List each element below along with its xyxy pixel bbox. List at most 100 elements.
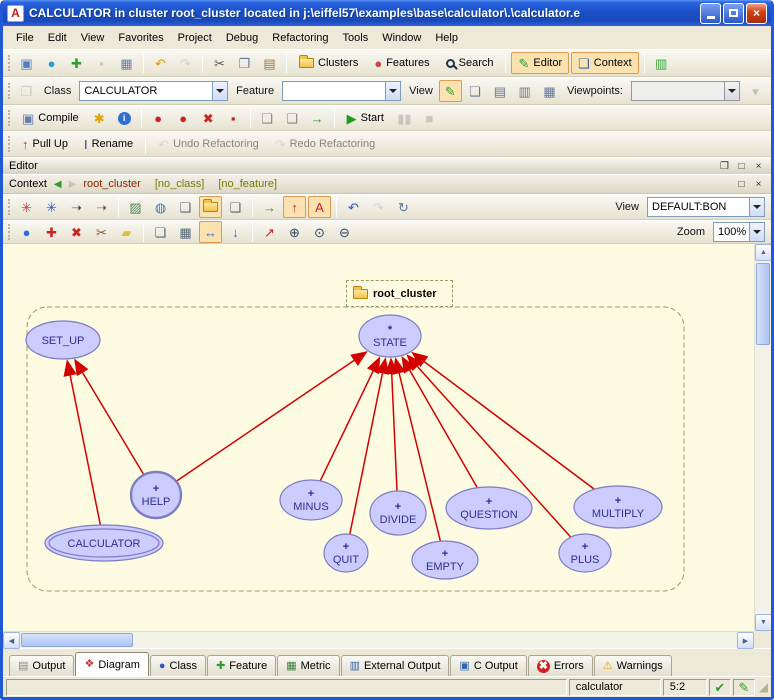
diagram-refresh-icon[interactable]: ↻ <box>392 196 415 218</box>
diagram-node-question[interactable]: +QUESTION <box>446 487 532 529</box>
cut-icon[interactable]: ✂ <box>208 52 231 74</box>
edge-minus-to-state[interactable] <box>320 358 379 481</box>
maximize-button[interactable] <box>723 3 744 24</box>
export-emf-icon[interactable]: ◍ <box>149 196 172 218</box>
features-button[interactable]: ●Features <box>367 52 436 74</box>
edge-help-to-set_up[interactable] <box>75 360 144 475</box>
zoom-fit-icon[interactable]: ⊙ <box>308 221 331 243</box>
zoom-in-icon[interactable]: ⊕ <box>283 221 306 243</box>
new-class-icon[interactable]: ✚ <box>65 52 88 74</box>
center-diagram-icon[interactable]: ↔ <box>199 221 222 243</box>
flat-view-icon[interactable]: ❏ <box>464 80 487 102</box>
history-back-icon[interactable]: ◀ <box>54 179 62 190</box>
rename-button[interactable]: IRename <box>77 133 140 155</box>
cluster-tab[interactable]: root_cluster <box>346 280 453 307</box>
menu-refactoring[interactable]: Refactoring <box>265 29 335 47</box>
tab-warnings[interactable]: ⚠Warnings <box>594 655 672 676</box>
exception-handling-icon[interactable]: ▪ <box>222 107 245 129</box>
class-combo[interactable]: CALCULATOR <box>79 81 228 101</box>
inheritance-link-tool-icon[interactable]: ➝ <box>90 196 113 218</box>
viewpoints-dropdown-icon[interactable]: ▾ <box>744 80 767 102</box>
clusters-button[interactable]: Clusters <box>292 52 365 74</box>
context-close-icon[interactable]: × <box>752 179 765 190</box>
compile-button[interactable]: ▣Compile <box>15 107 86 129</box>
vertical-scrollbar[interactable]: ▲ ▼ <box>754 244 771 631</box>
class-combo-arrow-icon[interactable] <box>212 82 227 100</box>
close-button[interactable]: × <box>746 3 767 24</box>
viewpoints-combo-arrow-icon[interactable] <box>724 82 739 100</box>
debug-tool-icon[interactable]: ❑ <box>256 107 279 129</box>
menu-view[interactable]: View <box>74 29 112 47</box>
menu-debug[interactable]: Debug <box>219 29 265 47</box>
scroll-right-button[interactable]: ▶ <box>737 632 754 649</box>
menu-window[interactable]: Window <box>375 29 428 47</box>
menu-project[interactable]: Project <box>171 29 219 47</box>
redo-refactoring-button[interactable]: ↷Redo Refactoring <box>268 133 383 155</box>
new-class-tool-icon[interactable]: ✳ <box>15 196 38 218</box>
edge-help-to-state[interactable] <box>176 352 366 481</box>
menu-favorites[interactable]: Favorites <box>111 29 170 47</box>
diagram-node-calculator[interactable]: CALCULATOR <box>45 525 163 561</box>
new-cluster-tool-icon[interactable]: ✳ <box>40 196 63 218</box>
vertical-scroll-thumb[interactable] <box>756 263 770 345</box>
start-button[interactable]: ▶Start <box>340 107 391 129</box>
tab-feature[interactable]: ✚Feature <box>207 655 276 676</box>
context-rootcluster-crumb[interactable]: root_cluster <box>83 178 140 190</box>
edge-question-to-state[interactable] <box>402 357 477 487</box>
copy-icon[interactable]: ❐ <box>233 52 256 74</box>
debug-run-icon[interactable]: ● <box>147 107 170 129</box>
undo-refactoring-button[interactable]: ↶Undo Refactoring <box>151 133 266 155</box>
menu-help[interactable]: Help <box>428 29 465 47</box>
print-diagram-icon[interactable]: ❑ <box>174 196 197 218</box>
diagram-node-multiply[interactable]: +MULTIPLY <box>574 486 662 528</box>
open-project-icon[interactable]: ● <box>40 52 63 74</box>
horizontal-scroll-thumb[interactable] <box>21 633 133 647</box>
crop-diagram-icon[interactable]: ✂ <box>90 221 113 243</box>
show-relations-icon[interactable]: ↗ <box>258 221 281 243</box>
diagram-node-state[interactable]: *STATE <box>359 315 421 357</box>
diagram-view-combo[interactable]: DEFAULT:BON <box>647 197 765 217</box>
clickable-view-icon[interactable]: ▤ <box>488 80 511 102</box>
scroll-left-button[interactable]: ◀ <box>3 632 20 649</box>
tab-external-output[interactable]: ▥External Output <box>341 655 450 676</box>
diagram-node-quit[interactable]: +QUIT <box>324 534 368 572</box>
debug-interrupt-icon[interactable]: ✖ <box>197 107 220 129</box>
titlebar[interactable]: A CALCULATOR in cluster root_cluster loc… <box>3 0 771 26</box>
interface-view-icon[interactable]: ▦ <box>538 80 561 102</box>
menu-edit[interactable]: Edit <box>41 29 74 47</box>
project-info-icon[interactable]: i <box>113 107 136 129</box>
tab-errors[interactable]: ✖Errors <box>528 655 593 676</box>
ignore-breakpoints-icon[interactable]: → <box>306 107 329 129</box>
toggle-inheritance-icon[interactable]: ↑ <box>283 196 306 218</box>
stop-icon[interactable]: ■ <box>418 107 441 129</box>
scroll-up-button[interactable]: ▲ <box>755 244 772 261</box>
feature-combo[interactable] <box>282 81 401 101</box>
context-button[interactable]: ❏Context <box>571 52 639 74</box>
zoom-out-icon[interactable]: ⊖ <box>333 221 356 243</box>
pull-up-button[interactable]: ↑Pull Up <box>15 133 75 155</box>
client-link-tool-icon[interactable]: ➝ <box>65 196 88 218</box>
viewpoints-combo[interactable] <box>631 81 740 101</box>
paste-icon[interactable]: ▤ <box>258 52 281 74</box>
create-class-here-icon[interactable]: ● <box>15 221 38 243</box>
minimize-button[interactable] <box>700 3 721 24</box>
editor-button[interactable]: ✎Editor <box>511 52 569 74</box>
menu-file[interactable]: File <box>9 29 41 47</box>
zoom-combo-arrow-icon[interactable] <box>749 223 764 241</box>
pause-icon[interactable]: ▮▮ <box>393 107 416 129</box>
diagram-node-divide[interactable]: +DIVIDE <box>370 491 426 535</box>
class-view-icon[interactable]: ❏ <box>224 196 247 218</box>
freeze-icon[interactable]: ✱ <box>88 107 111 129</box>
fit-to-window-icon[interactable]: ❏ <box>149 221 172 243</box>
contract-view-icon[interactable]: ▥ <box>513 80 536 102</box>
tab-metric[interactable]: ▦Metric <box>277 655 339 676</box>
context-noclass-crumb[interactable]: [no_class] <box>155 178 205 190</box>
editor-float-icon[interactable]: ❐ <box>718 161 731 172</box>
new-window-icon[interactable]: ▣ <box>15 52 38 74</box>
diagram-view-combo-arrow-icon[interactable] <box>749 198 764 216</box>
text-view-icon[interactable]: ✎ <box>439 80 462 102</box>
horizontal-scrollbar[interactable]: ◀ ▶ <box>3 631 754 648</box>
watch-tool-icon[interactable]: ❑ <box>281 107 304 129</box>
diagram-canvas[interactable]: SET_UP*STATE+HELPCALCULATOR+MINUS+QUIT+D… <box>3 244 754 631</box>
edge-divide-to-state[interactable] <box>391 359 397 491</box>
